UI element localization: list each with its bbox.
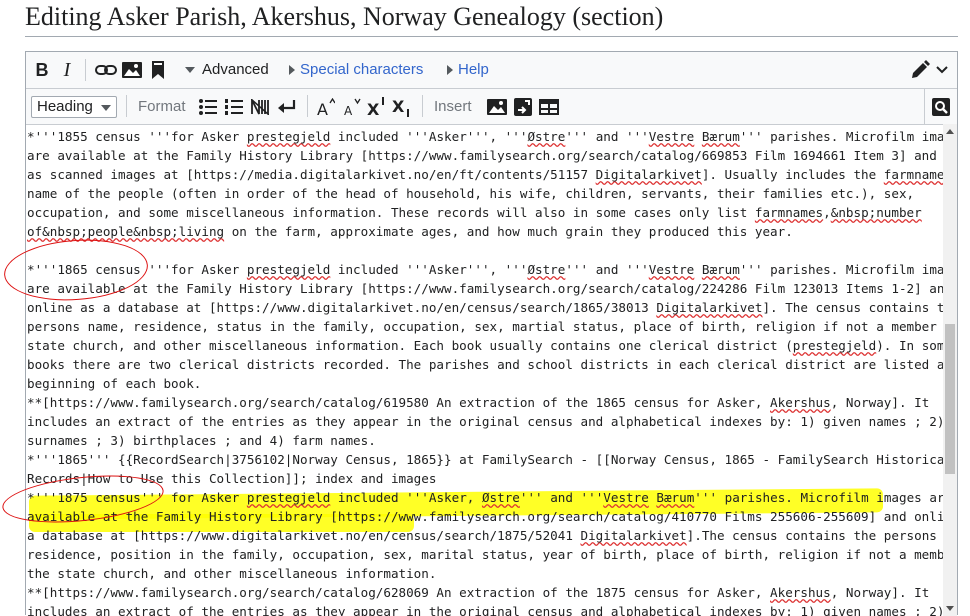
toolbar-divider	[126, 95, 127, 117]
text-line: state church, and other miscellaneous in…	[27, 338, 943, 353]
text-line: name of the people (often in order of th…	[27, 186, 915, 201]
toolbar-divider	[307, 95, 308, 117]
chevron-down-icon	[184, 64, 196, 76]
bullet-list-icon[interactable]	[198, 97, 218, 117]
heading-select-value: Heading	[37, 98, 93, 115]
bold-button[interactable]: B	[34, 60, 50, 80]
page-title: Editing Asker Parish, Akershus, Norway G…	[25, 2, 664, 31]
text-line: residence, position in the family, occup…	[27, 547, 943, 562]
image-icon[interactable]	[122, 60, 142, 80]
advanced-button[interactable]: Advanced	[202, 61, 269, 78]
insert-file-icon[interactable]	[513, 97, 533, 117]
newline-icon[interactable]	[277, 97, 297, 117]
subscript-icon[interactable]: X	[392, 96, 412, 118]
bookmark-icon[interactable]	[150, 59, 166, 81]
link-icon[interactable]	[95, 60, 117, 80]
text-line: *'''1865 census '''for Asker prestegjeld…	[27, 262, 943, 277]
format-toolbar: Heading Format A A X X Insert	[26, 89, 957, 125]
chevron-right-icon	[289, 65, 295, 75]
text-line: books there are two clerical districts r…	[27, 357, 943, 372]
help-button[interactable]: Help	[458, 61, 489, 78]
title-divider	[25, 36, 958, 37]
big-text-icon[interactable]: A	[316, 96, 336, 118]
numbered-list-icon[interactable]	[224, 97, 244, 117]
text-line: surnames ; 3) birthplaces ; and 4) farm …	[27, 433, 376, 448]
text-line: includes an extract of the entries as th…	[27, 414, 943, 429]
svg-text:X: X	[367, 100, 380, 117]
chevron-down-icon[interactable]	[936, 64, 948, 76]
text-line: *'''1855 census '''for Asker prestegjeld…	[27, 129, 943, 144]
vertical-scrollbar[interactable]	[943, 124, 957, 616]
text-line: are available at the Family History Libr…	[27, 148, 943, 163]
text-line: Records|How to Use this Collection]]; in…	[27, 471, 437, 486]
heading-select[interactable]: Heading	[31, 96, 117, 118]
scroll-down-icon[interactable]	[946, 606, 954, 611]
insert-table-icon[interactable]	[538, 97, 560, 117]
special-characters-button[interactable]: Special characters	[300, 61, 423, 78]
text-line: *'''1875 census''' for Asker prestegjeld…	[27, 490, 943, 505]
text-line: available at the Family History Library …	[27, 509, 943, 524]
chevron-right-icon	[447, 65, 453, 75]
text-line: **[https://www.familysearch.org/search/c…	[27, 395, 930, 410]
text-line: online as a database at [https://www.dig…	[27, 300, 943, 315]
italic-button[interactable]: I	[60, 59, 74, 81]
text-line: beginning of each book.	[27, 376, 202, 391]
text-line: as scanned images at [https://media.digi…	[27, 167, 943, 182]
nowiki-icon[interactable]	[250, 97, 270, 117]
text-line: *'''1865''' {{RecordSearch|3756102|Norwa…	[27, 452, 943, 467]
pen-icon[interactable]	[908, 59, 932, 81]
svg-text:A: A	[344, 104, 353, 116]
scroll-up-icon[interactable]	[946, 129, 954, 134]
text-line: of&nbsp;people&nbsp;living on the farm, …	[27, 224, 793, 239]
search-replace-icon[interactable]	[931, 97, 951, 117]
scrollbar-thumb[interactable]	[945, 324, 955, 474]
svg-text:A: A	[317, 100, 328, 116]
main-toolbar: B I Advanced Special characters Help	[26, 52, 957, 89]
text-line: occupation, and some miscellaneous infor…	[27, 205, 922, 220]
toolbar-divider	[422, 95, 423, 117]
wikitext-textarea[interactable]: *'''1855 census '''for Asker prestegjeld…	[27, 124, 943, 616]
insert-label: Insert	[434, 98, 472, 115]
insert-image-icon[interactable]	[487, 97, 507, 117]
small-text-icon[interactable]: A	[342, 96, 362, 118]
text-line: **[https://www.familysearch.org/search/c…	[27, 585, 930, 600]
text-line: a database at [https://www.digitalarkive…	[27, 528, 937, 543]
text-line: persons name, residence, status in the f…	[27, 319, 943, 334]
text-line: the state church, and other miscellaneou…	[27, 566, 437, 581]
format-label: Format	[138, 98, 186, 115]
superscript-icon[interactable]: X	[367, 96, 387, 118]
svg-text:X: X	[392, 97, 405, 116]
chevron-down-icon	[101, 105, 111, 111]
text-line: includes an extract of the entries as th…	[27, 604, 943, 616]
toolbar-divider	[924, 89, 925, 124]
wikitext-editor: B I Advanced Special characters Help Hea…	[25, 51, 958, 616]
text-line: are available at the Family History Libr…	[27, 281, 943, 296]
toolbar-divider	[85, 59, 86, 81]
